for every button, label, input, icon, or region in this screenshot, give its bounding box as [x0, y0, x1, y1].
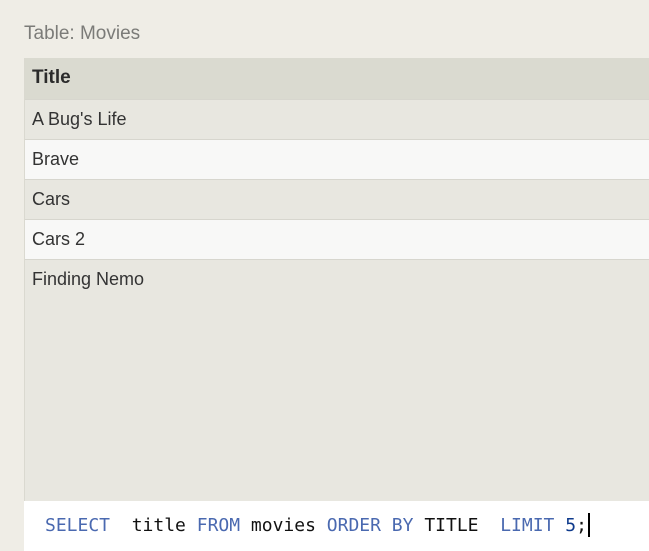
cell-title: Cars	[25, 178, 649, 219]
text-cursor	[587, 513, 590, 537]
table-row: Cars	[25, 178, 649, 219]
cell-title: A Bug's Life	[25, 98, 649, 139]
column-header-title: Title	[25, 58, 649, 99]
results-table: Title A Bug's Life Brave Cars Cars 2 Fin…	[25, 58, 649, 299]
sql-query-editor[interactable]: SELECT title FROM movies ORDER BY TITLE …	[24, 501, 649, 551]
cell-title: Cars 2	[25, 218, 649, 259]
header-row: Title	[25, 58, 649, 99]
sql-limit-value: 5	[554, 515, 577, 536]
sql-keyword-limit: LIMIT	[478, 515, 555, 536]
sql-keyword-from: FROM	[185, 515, 241, 536]
table-row: Brave	[25, 138, 649, 179]
sql-table-name: movies	[240, 515, 316, 536]
sql-semicolon: ;	[576, 515, 587, 536]
cell-title: Brave	[25, 138, 649, 179]
sql-order-column: TITLE	[413, 515, 479, 536]
table-row: A Bug's Life	[25, 98, 649, 139]
table-caption: Table: Movies	[24, 23, 141, 44]
sql-column-name: title	[110, 515, 186, 536]
table-row: Finding Nemo	[25, 258, 649, 299]
table-row: Cars 2	[25, 218, 649, 259]
cell-title: Finding Nemo	[25, 258, 649, 299]
sql-keyword-select: SELECT	[45, 515, 111, 536]
results-panel: Title A Bug's Life Brave Cars Cars 2 Fin…	[24, 58, 649, 501]
sql-keyword-order-by: ORDER BY	[315, 515, 414, 536]
